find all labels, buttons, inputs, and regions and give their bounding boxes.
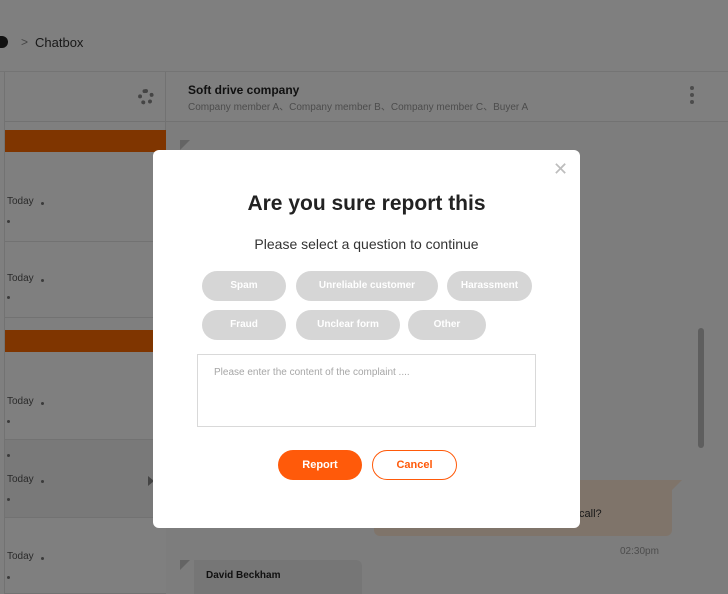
- dialog-title: Are you sure report this: [247, 192, 486, 215]
- reason-chip-harassment[interactable]: Harassment: [447, 271, 532, 301]
- close-icon[interactable]: ✕: [553, 160, 568, 178]
- report-dialog: ✕ Are you sure report this Please select…: [153, 150, 580, 528]
- report-button[interactable]: Report: [278, 450, 362, 480]
- cancel-button[interactable]: Cancel: [372, 450, 457, 480]
- complaint-field[interactable]: [197, 354, 536, 427]
- reason-chip-fraud[interactable]: Fraud: [202, 310, 286, 340]
- complaint-textarea[interactable]: [198, 355, 535, 426]
- dialog-subtitle: Please select a question to continue: [254, 236, 479, 252]
- reason-chip-unclear-form[interactable]: Unclear form: [296, 310, 400, 340]
- reason-chip-unreliable-customer[interactable]: Unreliable customer: [296, 271, 438, 301]
- reason-chip-spam[interactable]: Spam: [202, 271, 286, 301]
- reason-chip-other[interactable]: Other: [408, 310, 486, 340]
